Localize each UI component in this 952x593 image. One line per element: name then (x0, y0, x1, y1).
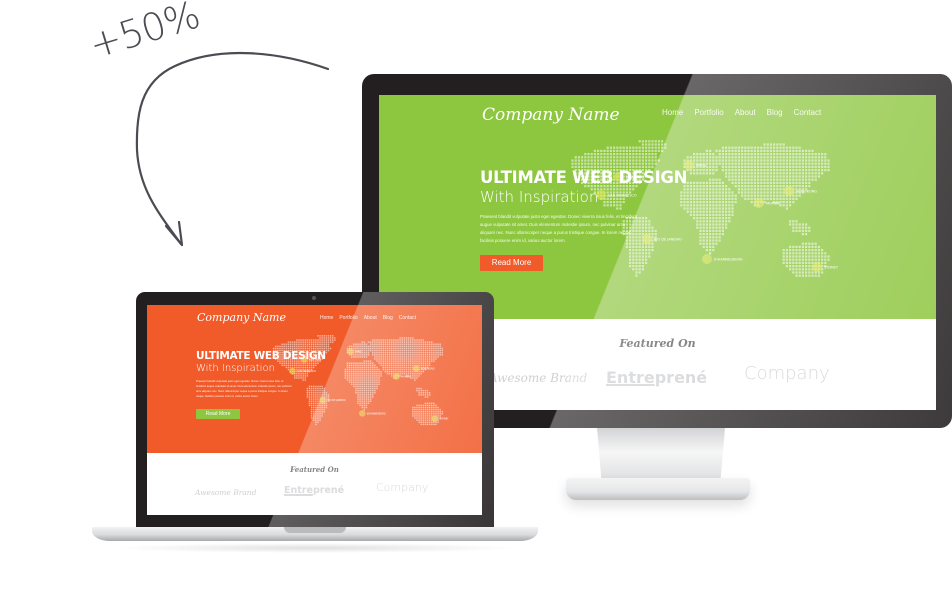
laptop-opening-notch (284, 527, 346, 533)
city-marker-icon (784, 186, 794, 196)
laptop: SAN FRANCISCO NEW YORK PARIS RIO DE JANEIRO… (136, 292, 494, 529)
nav-home[interactable]: Home (320, 315, 333, 321)
city-label: SYDNEY (439, 418, 449, 421)
company-logo[interactable]: Company Name (482, 105, 620, 125)
city-label: MUMBAI (766, 202, 780, 206)
city-marker-icon (702, 254, 712, 264)
nav-contact[interactable]: Contact (794, 108, 822, 117)
nav-portfolio[interactable]: Portfolio (339, 315, 357, 321)
nav-home[interactable]: Home (662, 108, 683, 117)
city-marker-icon (393, 373, 400, 380)
city-label: JOHANNESBURG (366, 412, 386, 415)
city-label: RIO DE JANEIRO (654, 238, 682, 242)
map-dots (272, 335, 444, 426)
city-marker-icon (347, 348, 354, 355)
main-nav: Home Portfolio About Blog Contact (662, 108, 821, 117)
hero-body-text: Praesent blandit vulputate justo eget eg… (196, 380, 292, 398)
brand-logo-entreprene: Entreprené (606, 368, 707, 387)
nav-about[interactable]: About (735, 108, 756, 117)
city-marker-icon (754, 198, 764, 208)
brand-entre-underlined: Entre (606, 368, 655, 387)
city-label: HONGKONG (421, 368, 435, 371)
nav-contact[interactable]: Contact (399, 315, 416, 321)
brand-logo-awesome: Awesome Brand (489, 371, 588, 385)
city-label: SAN FRANCISCO (297, 370, 316, 373)
featured-on-section: Featured On Awesome Brand Entreprené Com… (147, 453, 482, 515)
city-marker-icon (642, 234, 652, 244)
monitor-stand-base (566, 478, 750, 500)
laptop-screen: SAN FRANCISCO NEW YORK PARIS RIO DE JANEIRO… (147, 305, 482, 515)
map-dots (571, 140, 830, 277)
city-label: PARIS (355, 350, 362, 353)
city-label: HONGKONG (796, 190, 817, 194)
brand-entre-underlined: Entre (284, 485, 313, 496)
read-more-button[interactable]: Read More (196, 409, 240, 419)
nav-about[interactable]: About (364, 315, 377, 321)
nav-blog[interactable]: Blog (767, 108, 783, 117)
brand-logo-entreprene: Entreprené (284, 485, 344, 496)
company-logo[interactable]: Company Name (197, 311, 286, 324)
city-marker-icon (319, 396, 327, 404)
read-more-button[interactable]: Read More (480, 255, 543, 271)
city-marker-icon (413, 365, 420, 372)
brand-entre-rest: prené (654, 368, 708, 387)
brand-entre-rest: prené (312, 485, 345, 496)
city-label: MUMBAI (401, 375, 411, 378)
camera-icon (312, 296, 316, 300)
city-label: SAN FRANCISCO (608, 194, 637, 198)
city-label: SYDNEY (824, 266, 839, 270)
website-mockup-orange: SAN FRANCISCO NEW YORK PARIS RIO DE JANEIRO… (147, 305, 482, 515)
hero-section: SAN FRANCISCO NEW YORK PARIS RIO DE JANEIRO… (147, 305, 482, 453)
hero-headline: ULTIMATE WEB DESIGN (196, 350, 326, 362)
nav-portfolio[interactable]: Portfolio (694, 108, 723, 117)
nav-blog[interactable]: Blog (383, 315, 393, 321)
brand-logo-company: Company (376, 481, 429, 494)
growth-annotation: +50% (0, 0, 360, 260)
city-marker-icon (358, 410, 366, 417)
hero-section: SAN FRANCISCO NEW YORK PARIS RIO DE JANEIRO… (379, 95, 936, 319)
brand-logo-company: Company (744, 363, 830, 384)
main-nav: Home Portfolio About Blog Contact (320, 315, 416, 321)
city-marker-icon (431, 415, 439, 422)
hero-body-text: Praesent blandit vulputate justo eget eg… (480, 214, 637, 243)
city-marker-icon (812, 262, 822, 272)
hero-headline: ULTIMATE WEB DESIGN (480, 168, 688, 187)
hero-subheadline: With Inspiration (480, 188, 599, 206)
hero-subheadline: With Inspiration (196, 363, 275, 374)
brand-logo-awesome: Awesome Brand (195, 488, 257, 497)
city-marker-icon (289, 367, 296, 375)
laptop-shadow (110, 543, 520, 553)
featured-title: Featured On (290, 465, 339, 474)
city-label: PARIS (696, 164, 707, 168)
city-label: JOHANNESBURG (713, 258, 743, 262)
city-label: RIO DE JANEIRO (327, 399, 345, 402)
